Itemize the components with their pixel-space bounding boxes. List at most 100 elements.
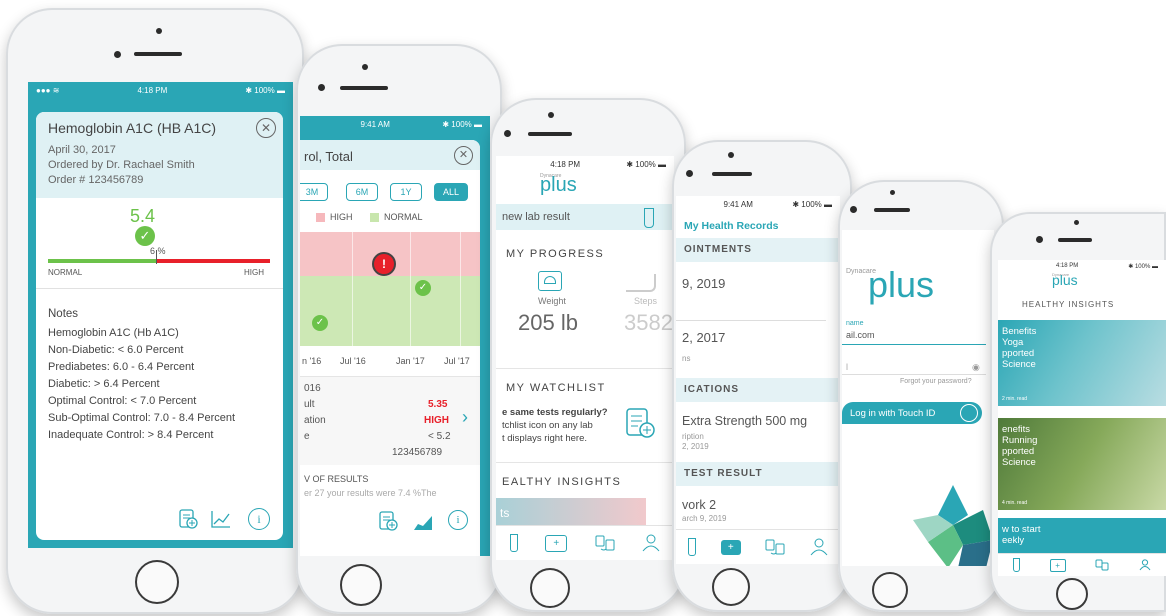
normal-point-icon[interactable]: ✓ — [312, 315, 328, 331]
appointment-date[interactable]: 9, 2019 — [682, 276, 725, 291]
password-input[interactable]: l — [846, 362, 848, 372]
x-axis-label: Jul '17 — [444, 356, 470, 366]
eye-icon[interactable]: ◉ — [972, 362, 980, 373]
touch-id-button[interactable]: Log in with Touch ID — [842, 402, 982, 424]
forgot-password-link[interactable]: Forgot your password? — [900, 378, 972, 385]
test-tube-icon[interactable] — [509, 534, 518, 552]
range-1y-button[interactable]: 1Y — [390, 183, 422, 201]
test-name[interactable]: vork 2 — [682, 498, 716, 512]
test-tube-icon[interactable] — [1012, 558, 1020, 572]
close-icon[interactable]: ✕ — [256, 118, 276, 138]
sensor — [362, 64, 368, 70]
insight-card-peek[interactable]: ts — [496, 498, 646, 528]
result-unit: 6 % — [150, 246, 166, 256]
speaker — [528, 132, 572, 136]
username-input[interactable]: ail.com — [846, 330, 875, 340]
steps-value: 3582 — [624, 310, 673, 335]
range-3m-button[interactable]: 3M — [300, 183, 328, 201]
phone-2: 9:41 AM ✱ 100% ▬ rol, Total ✕ 3M 6M 1Y A… — [296, 44, 502, 614]
chart-icon[interactable] — [412, 512, 434, 532]
share-icon[interactable] — [595, 534, 615, 552]
notes-title: Notes — [48, 308, 79, 320]
speaker — [134, 52, 182, 56]
records-folder-icon[interactable]: + — [720, 539, 741, 555]
card-text: Benefits Yoga pported Science — [1002, 326, 1036, 370]
watchlist-heading: e same tests regularly? — [502, 407, 608, 418]
bottom-nav: + — [676, 529, 840, 564]
camera — [114, 51, 121, 58]
phone-3: 4:18 PM ✱ 100% ▬ Dynacare plus new lab r… — [490, 98, 686, 612]
detail-value: 5.35 — [428, 399, 448, 410]
battery: ✱ 100% ▬ — [1128, 263, 1158, 270]
legend-normal-swatch — [370, 213, 379, 222]
detail-value: 123456789 — [392, 447, 443, 458]
info-icon[interactable]: i — [248, 508, 270, 530]
home-button[interactable] — [1056, 578, 1088, 610]
records-folder-icon[interactable]: + — [1049, 558, 1066, 572]
note-line: Inadequate Control: > 8.4 Percent — [48, 429, 214, 441]
note-line: Prediabetes: 6.0 - 6.4 Percent — [48, 361, 195, 373]
detail-panel[interactable]: 016 ult 5.35 ation HIGH e < 5.2 12345678… — [300, 376, 480, 465]
home-button[interactable] — [872, 572, 908, 608]
detail-label: ation — [304, 415, 326, 426]
test-tube-icon[interactable] — [688, 538, 697, 556]
info-icon[interactable]: i — [448, 510, 468, 530]
profile-icon[interactable] — [810, 538, 828, 556]
detail-value: HIGH — [424, 415, 449, 426]
test-result-section: TEST RESULT — [676, 462, 840, 486]
chart-icon[interactable] — [210, 509, 232, 529]
ordered-by: Ordered by Dr. Rachael Smith — [48, 159, 195, 171]
add-to-watchlist-icon[interactable] — [378, 510, 398, 532]
page-title: HEALTHY INSIGHTS — [1022, 300, 1115, 309]
note-line: Diabetic: > 6.4 Percent — [48, 378, 160, 390]
records-folder-icon[interactable]: + — [545, 534, 568, 552]
insight-card-weekly[interactable]: w to start eekly — [998, 518, 1166, 558]
range-all-button[interactable]: ALL — [434, 183, 468, 201]
note-line: Non-Diabetic: < 6.0 Percent — [48, 344, 184, 356]
chevron-right-icon[interactable]: › — [462, 407, 468, 428]
normal-point-icon[interactable]: ✓ — [415, 280, 431, 296]
alert-point-icon[interactable]: ! — [372, 252, 396, 276]
profile-icon[interactable] — [1139, 559, 1151, 571]
home-button[interactable] — [340, 564, 382, 606]
add-to-watchlist-icon[interactable] — [178, 508, 198, 530]
detail-label: ult — [304, 399, 315, 410]
bottom-nav: + — [496, 525, 674, 560]
range-6m-button[interactable]: 6M — [346, 183, 378, 201]
read-time: 2 min. read — [1002, 396, 1028, 402]
appointment-sub: ns — [682, 354, 691, 363]
test-date: arch 9, 2019 — [682, 514, 727, 523]
card-line: enefits — [1002, 424, 1030, 435]
sensor — [548, 112, 554, 118]
share-icon[interactable] — [765, 538, 785, 556]
home-button[interactable] — [530, 568, 570, 608]
legend-high-swatch — [316, 213, 325, 222]
x-axis-label: Jul '16 — [340, 356, 366, 366]
share-icon[interactable] — [1095, 559, 1109, 571]
leaf-graphic — [908, 480, 994, 566]
app-logo: plus — [1052, 272, 1078, 288]
add-to-watchlist-icon[interactable] — [624, 406, 656, 440]
profile-icon[interactable] — [642, 534, 660, 552]
home-button[interactable] — [135, 560, 179, 604]
appointment-date[interactable]: 2, 2017 — [682, 330, 725, 345]
close-icon[interactable]: ✕ — [454, 146, 473, 165]
card-line: pported — [1002, 446, 1035, 457]
insight-card-yoga[interactable]: Benefits Yoga pported Science 2 min. rea… — [998, 320, 1166, 406]
new-result-banner[interactable]: new lab result — [496, 204, 674, 230]
insight-card-running[interactable]: enefits Running pported Science 4 min. r… — [998, 418, 1166, 510]
home-button[interactable] — [712, 568, 750, 606]
medication-sub: ription — [682, 432, 704, 441]
camera — [1036, 236, 1043, 243]
sensor — [728, 152, 734, 158]
medication-sub: 2, 2019 — [682, 442, 709, 451]
phone-1-screen: ●●● ≋ 4:18 PM ✱ 100% ▬ Hemoglobin A1C (H… — [28, 82, 293, 548]
battery: ✱ 100% ▬ — [245, 85, 285, 95]
banner-text: new lab result — [502, 211, 570, 223]
touch-id-label: Log in with Touch ID — [850, 408, 936, 419]
medication-name[interactable]: Extra Strength 500 mg — [682, 414, 807, 428]
speaker — [340, 86, 388, 90]
note-line: Hemoglobin A1C (Hb A1C) — [48, 327, 179, 339]
range-bar — [48, 259, 270, 263]
page-title: My Health Records — [684, 220, 779, 232]
